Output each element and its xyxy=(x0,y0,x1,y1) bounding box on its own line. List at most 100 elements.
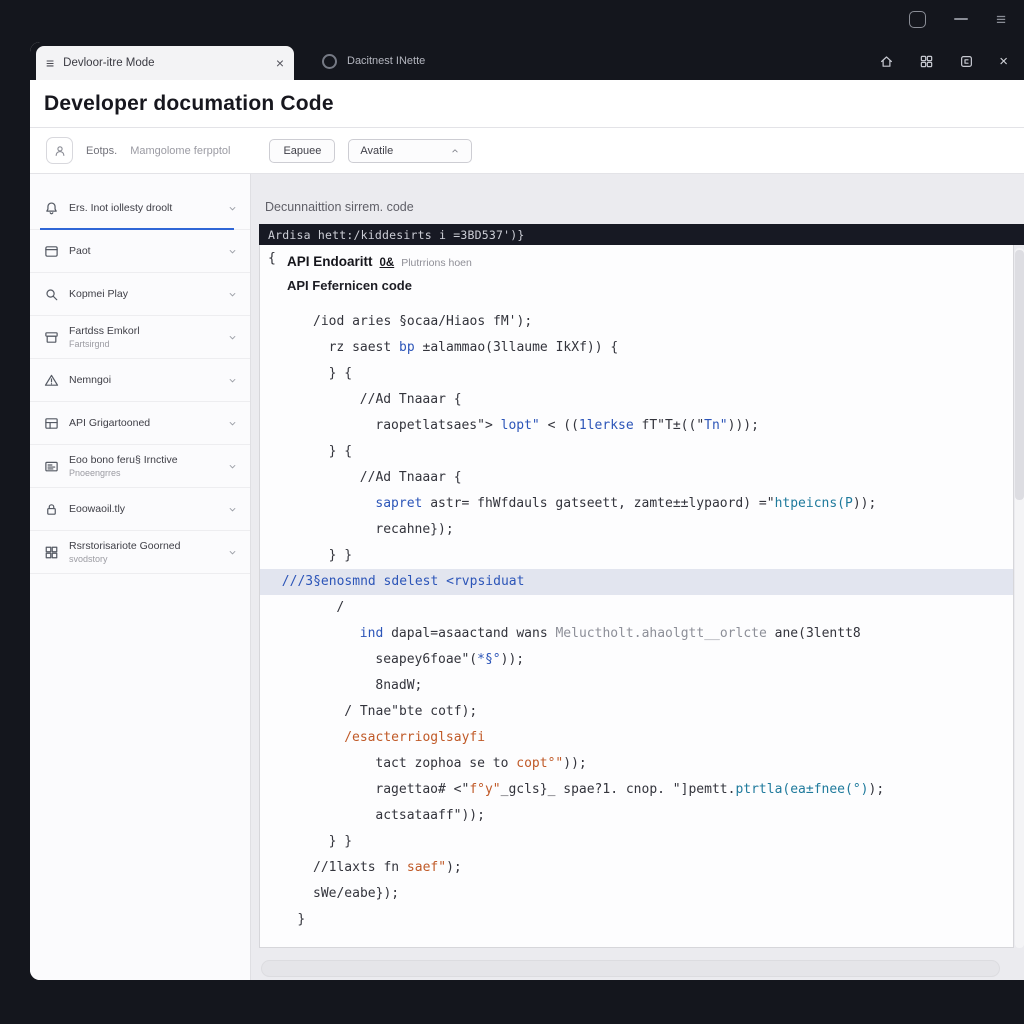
horizontal-scrollbar[interactable] xyxy=(261,960,1000,977)
sidebar-item-table[interactable]: API Grigartooned xyxy=(30,402,250,445)
chevron-up-icon xyxy=(450,146,460,156)
code-line: /esacterrioglsayfi xyxy=(260,725,1013,751)
doc-heading: API Endoaritt 0& Plutrrions hoen xyxy=(260,254,1013,269)
doc-subheading: API Fefernicen code xyxy=(260,278,1013,293)
doc-heading-title: API Endoaritt xyxy=(287,254,373,269)
code-line: raopetlatsaes"> lopt" < ((1lerkse fT"T±(… xyxy=(260,413,1013,439)
sidebar-item-label: Fartdss EmkorlFartsirgnd xyxy=(69,325,217,349)
chevron-down-icon xyxy=(227,332,238,343)
code-line: } { xyxy=(260,439,1013,465)
warning-icon xyxy=(44,373,59,388)
code-address-bar: Ardisa hett:/kiddesirts i =3BD537')} xyxy=(259,224,1024,245)
code-line: sWe/eabe}); xyxy=(260,881,1013,907)
chevron-down-icon xyxy=(227,289,238,300)
code-line: rz saest bp ±alammao(3llaume IkXf)) { xyxy=(260,335,1013,361)
home-icon[interactable] xyxy=(879,54,894,69)
window-body: Ers. Inot iollesty droolt Paot Kopmei Play… xyxy=(30,174,1024,980)
sidebar-item-label: Rsrstorisariote Goornedsvodstory xyxy=(69,540,217,564)
code-line: / Tnae"bte cotf); xyxy=(260,699,1013,725)
code-open-brace: { xyxy=(268,251,276,266)
code-block: /iod aries §ocaa/Hiaos fM');rz saest bp … xyxy=(260,309,1013,933)
code-line: / xyxy=(260,595,1013,621)
code-line: //Ad Tnaaar { xyxy=(260,465,1013,491)
chevron-down-icon xyxy=(227,547,238,558)
tab-menu-icon[interactable]: ≡ xyxy=(46,56,54,70)
table-icon xyxy=(44,416,59,431)
sidebar-item-label: Eoowaoil.tly xyxy=(69,503,217,515)
code-line: } } xyxy=(260,829,1013,855)
menu-icon[interactable]: ≡ xyxy=(996,11,1006,28)
minimize-icon[interactable] xyxy=(954,18,968,20)
code-panel: { API Endoaritt 0& Plutrrions hoen API F… xyxy=(259,245,1014,948)
search-icon xyxy=(44,287,59,302)
tab-bar: ≡ Devloor-itre Mode × Dacitnest INette × xyxy=(30,42,1024,80)
tab-close-icon[interactable]: × xyxy=(276,56,284,70)
code-line: seapey6foae"(*§°)); xyxy=(260,647,1013,673)
section-title: Decunnaittion sirrem. code xyxy=(265,200,1010,214)
tab-secondary[interactable]: Dacitnest INette xyxy=(322,42,425,80)
code-line: actsataaff")); xyxy=(260,803,1013,829)
extension-icon[interactable] xyxy=(959,54,974,69)
chevron-down-icon xyxy=(227,246,238,257)
code-line: } } xyxy=(260,543,1013,569)
sidebar-item-search[interactable]: Kopmei Play xyxy=(30,273,250,316)
content-area: Decunnaittion sirrem. code Ardisa hett:/… xyxy=(251,174,1024,980)
sidebar-item-card[interactable]: Eoo bono feru§ IrnctivePnoeengrres xyxy=(30,445,250,488)
filter-dropdown-label: Avatile xyxy=(360,145,393,157)
code-line: } xyxy=(260,907,1013,933)
layout-icon xyxy=(44,545,59,560)
card-icon xyxy=(44,459,59,474)
code-line: sapret astr= fhWfdauls gatseett, zamte±±… xyxy=(260,491,1013,517)
vertical-scrollbar-thumb[interactable] xyxy=(1015,250,1024,500)
code-line: //1laxts fn saef"); xyxy=(260,855,1013,881)
sidebar-item-warning[interactable]: Nemngoi xyxy=(30,359,250,402)
code-line: ///3§enosmnd sdelest <rvpsiduat xyxy=(260,569,1013,595)
code-line: } { xyxy=(260,361,1013,387)
vertical-scrollbar[interactable] xyxy=(1015,248,1024,948)
browser-window: ≡ Devloor-itre Mode × Dacitnest INette ×… xyxy=(30,42,1024,980)
os-topbar: ≡ xyxy=(909,8,1006,30)
sidebar-item-lock[interactable]: Eoowaoil.tly xyxy=(30,488,250,531)
close-icon[interactable]: × xyxy=(999,54,1008,69)
code-line: 8nadW; xyxy=(260,673,1013,699)
sidebar: Ers. Inot iollesty droolt Paot Kopmei Play… xyxy=(30,174,251,980)
avatar[interactable] xyxy=(46,137,73,164)
code-line: ind dapal=asaactand wans Meluctholt.ahao… xyxy=(260,621,1013,647)
code-line: /iod aries §ocaa/Hiaos fM'); xyxy=(260,309,1013,335)
sidebar-item-label: API Grigartooned xyxy=(69,417,217,429)
sidebar-item-window[interactable]: Paot xyxy=(30,230,250,273)
tab-actions: × xyxy=(879,42,1024,80)
tab-label: Devloor-itre Mode xyxy=(63,57,267,69)
sidebar-item-archive[interactable]: Fartdss EmkorlFartsirgnd xyxy=(30,316,250,359)
sidebar-item-label: Eoo bono feru§ IrnctivePnoeengrres xyxy=(69,454,217,478)
tab-label: Dacitnest INette xyxy=(347,55,425,67)
sidebar-item-label: Nemngoi xyxy=(69,374,217,386)
sidebar-item-bell[interactable]: Ers. Inot iollesty droolt xyxy=(30,187,250,230)
breadcrumb: Eotps. xyxy=(86,145,117,157)
doc-heading-link[interactable]: 0& xyxy=(380,257,395,269)
sidebar-item-label: Paot xyxy=(69,245,217,257)
sidebar-item-label: Kopmei Play xyxy=(69,288,217,300)
archive-icon xyxy=(44,330,59,345)
code-line: //Ad Tnaaar { xyxy=(260,387,1013,413)
sidebar-item-layout[interactable]: Rsrstorisariote Goornedsvodstory xyxy=(30,531,250,574)
filter-dropdown[interactable]: Avatile xyxy=(348,139,472,163)
app-window-icon[interactable] xyxy=(909,11,926,28)
export-button[interactable]: Eapuee xyxy=(269,139,335,163)
tab-favicon-circle-icon xyxy=(322,54,337,69)
doc-heading-meta: Plutrrions hoen xyxy=(401,257,472,269)
lock-icon xyxy=(44,502,59,517)
code-line: recahne}); xyxy=(260,517,1013,543)
page-header: Developer documation Code xyxy=(30,80,1024,128)
chevron-down-icon xyxy=(227,504,238,515)
code-line: tact zophoa se to copt°")); xyxy=(260,751,1013,777)
chevron-down-icon xyxy=(227,203,238,214)
page-title: Developer documation Code xyxy=(44,92,1024,116)
apps-icon[interactable] xyxy=(919,54,934,69)
sidebar-item-label: Ers. Inot iollesty droolt xyxy=(69,202,217,214)
code-line: ragettao# <"f°y"_gcls}_ spae?1. cnop. "]… xyxy=(260,777,1013,803)
chevron-down-icon xyxy=(227,461,238,472)
breadcrumb-secondary: Mamgolome ferpptol xyxy=(130,145,230,157)
window-icon xyxy=(44,244,59,259)
tab-developer-mode[interactable]: ≡ Devloor-itre Mode × xyxy=(36,46,294,80)
